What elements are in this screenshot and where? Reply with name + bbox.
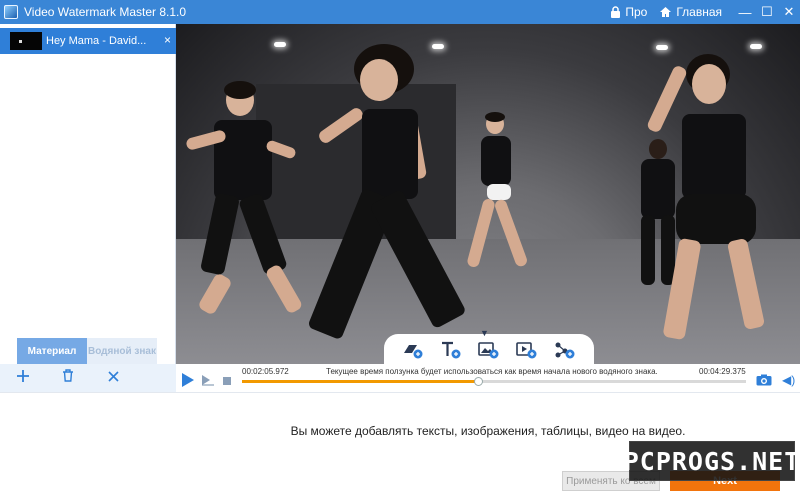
- video-plus-icon: [516, 342, 537, 359]
- media-file-name: Hey Mama - David...: [46, 35, 147, 47]
- timeline-progress: [242, 380, 478, 383]
- close-icon: ✕: [783, 4, 795, 19]
- close-window-button[interactable]: ✕: [778, 0, 800, 24]
- watermark-tools: ▼: [384, 328, 594, 364]
- add-text-watermark-button[interactable]: [439, 339, 463, 361]
- video-thumbnail: [10, 32, 42, 50]
- video-preview[interactable]: ▼: [176, 24, 800, 364]
- trash-icon: [63, 369, 73, 382]
- shape-plus-icon: [404, 345, 423, 359]
- ceiling-light: [750, 44, 762, 49]
- add-image-watermark-button[interactable]: [477, 339, 501, 361]
- stop-button[interactable]: [223, 377, 231, 385]
- current-time: 00:02:05.972: [242, 367, 289, 376]
- title-bar: Video Watermark Master 8.1.0 Про Главная…: [0, 0, 800, 24]
- playback-controls: 00:02:05.972 Текущее время ползунка буде…: [176, 364, 800, 392]
- image-plus-icon: [478, 342, 499, 359]
- info-message: Вы можете добавлять тексты, изображения,…: [290, 424, 686, 438]
- home-label: Главная: [676, 5, 722, 19]
- minimize-icon: —: [738, 4, 752, 20]
- close-icon: [107, 371, 119, 382]
- plus-icon: [17, 370, 29, 382]
- add-file-button[interactable]: [1, 369, 45, 387]
- tab-watermark[interactable]: Водяной знак: [87, 338, 157, 364]
- ceiling-light: [274, 42, 286, 47]
- timeline-slider[interactable]: [242, 377, 746, 386]
- text-plus-icon: [442, 341, 461, 359]
- slider-hint: Текущее время ползунка будет использоват…: [326, 367, 658, 376]
- maximize-button[interactable]: ☐: [756, 0, 778, 24]
- minimize-button[interactable]: —: [734, 0, 756, 24]
- dancer-figure: [461, 112, 541, 284]
- connector-plus-icon: [555, 342, 575, 359]
- site-watermark: PCPROGS.NET: [624, 441, 799, 481]
- media-list-item[interactable]: Hey Mama - David... ×: [0, 28, 176, 54]
- total-time: 00:04:29.375: [699, 367, 746, 376]
- tab-material[interactable]: Материал: [17, 338, 87, 364]
- delete-file-button[interactable]: [46, 369, 90, 387]
- timeline-handle[interactable]: [473, 377, 483, 386]
- app-icon: [4, 5, 18, 19]
- home-button[interactable]: Главная: [659, 5, 722, 19]
- dancer-figure: [185, 81, 316, 334]
- add-table-watermark-button[interactable]: [553, 339, 577, 361]
- panel-tabs: Материал Водяной знак: [17, 338, 157, 364]
- lock-icon: [611, 6, 621, 18]
- add-shape-watermark-button[interactable]: [401, 339, 425, 361]
- app-window: Video Watermark Master 8.1.0 Про Главная…: [0, 0, 800, 495]
- clear-list-button[interactable]: [91, 369, 135, 387]
- chevron-down-icon[interactable]: ▼: [480, 328, 489, 338]
- volume-icon[interactable]: ◀): [782, 373, 795, 387]
- media-panel: Hey Mama - David... × Материал Водяной з…: [0, 24, 176, 392]
- media-toolbar: [0, 364, 176, 392]
- app-title: Video Watermark Master 8.1.0: [24, 5, 187, 19]
- play-button[interactable]: [182, 373, 194, 387]
- dancer-figure: [645, 54, 796, 364]
- home-icon: [660, 7, 672, 17]
- camera-icon[interactable]: [756, 374, 772, 386]
- add-video-watermark-button[interactable]: [515, 339, 539, 361]
- pro-label: Про: [625, 5, 648, 19]
- step-forward-icon[interactable]: [201, 374, 215, 386]
- ceiling-light: [656, 45, 668, 50]
- maximize-icon: ☐: [761, 4, 773, 19]
- pro-button[interactable]: Про: [610, 5, 647, 19]
- remove-file-icon[interactable]: ×: [164, 33, 171, 47]
